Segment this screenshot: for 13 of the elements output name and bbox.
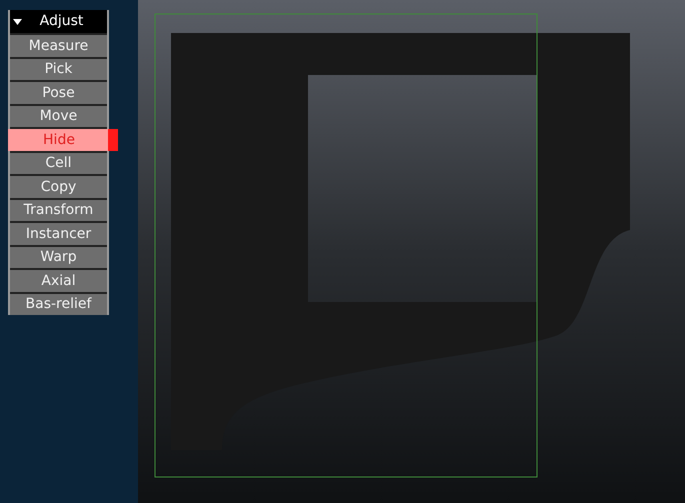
menu-item[interactable]: Transform xyxy=(10,200,107,221)
menu-header[interactable]: Adjust xyxy=(10,10,107,33)
menu-item[interactable]: Copy xyxy=(10,176,107,198)
menu-item[interactable]: Hide xyxy=(8,129,118,150)
menu-item[interactable]: Instancer xyxy=(10,223,107,244)
menu-item[interactable]: Bas-relief xyxy=(10,294,107,315)
menu-item[interactable]: Measure xyxy=(10,35,107,56)
menu-item[interactable]: Axial xyxy=(10,270,107,292)
menu-item[interactable]: Pick xyxy=(10,58,107,80)
menu-item[interactable]: Warp xyxy=(10,246,107,268)
menu-item[interactable]: Cell xyxy=(10,152,107,174)
menu-item[interactable]: Move xyxy=(10,106,107,127)
menu-item[interactable]: Pose xyxy=(10,82,107,104)
